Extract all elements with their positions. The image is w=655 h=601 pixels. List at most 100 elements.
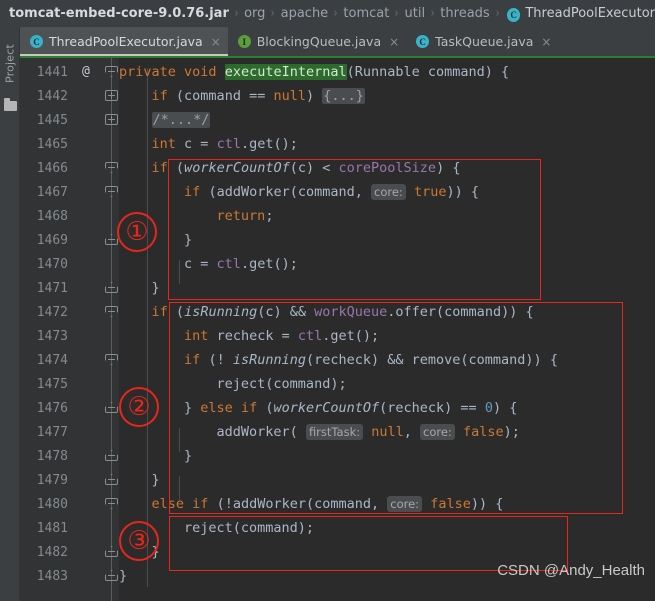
gutter-row[interactable]: 1465 [20,132,119,156]
line-number: 1476 [36,400,68,416]
breadcrumb-segment-tomcat[interactable]: tomcat [343,6,389,21]
fold-collapse-icon[interactable] [105,306,118,319]
line-number: 1478 [36,448,68,464]
breadcrumb-jar[interactable]: tomcat-embed-core-9.0.76.jar [9,6,229,21]
line-number: 1475 [36,376,68,392]
breadcrumb-separator: › [234,6,239,21]
sidebar-item-project[interactable]: Project [0,30,20,96]
interface-icon: I [237,35,251,48]
line-number: 1442 [36,88,68,104]
editor-gutter[interactable]: 1441 @1442 1445 1465 1466 1467 1468 1469 1470 147… [20,58,119,601]
line-number: 1477 [36,424,68,440]
breadcrumb-segment-apache[interactable]: apache [281,6,329,21]
line-number: 1467 [36,184,68,200]
code-line: /*...*/ [151,112,211,128]
fold-collapse-icon[interactable] [105,162,118,175]
line-number: 1483 [36,568,68,584]
fold-expand-icon[interactable] [105,90,118,103]
fold-collapse-icon[interactable] [105,354,118,367]
line-number: 1472 [36,304,68,320]
fold-collapse-icon[interactable] [105,282,118,295]
annotation-marker-3: ③ [119,521,159,561]
fold-collapse-icon[interactable] [105,570,118,583]
tab-threadpoolexecutor[interactable]: C ThreadPoolExecutor.java × [20,27,228,56]
code-line: reject(command); [119,376,347,392]
tab-label: TaskQueue.java [435,34,534,49]
class-icon: C [30,35,43,48]
code-content[interactable]: private void executeInternal(Runnable co… [119,58,655,601]
watermark: CSDN @Andy_Health [497,562,645,579]
code-line: addWorker( firstTask: null, core: false)… [119,424,520,440]
breadcrumb-separator: › [430,6,435,21]
code-line: } [119,448,193,464]
ide-window: tomcat-embed-core-9.0.76.jar › org › apa… [0,0,655,601]
close-icon[interactable]: × [541,36,551,48]
fold-expand-icon[interactable] [105,114,118,127]
folder-icon [4,98,17,111]
annotation-marker-2: ② [119,387,159,427]
line-number: 1479 [36,472,68,488]
breadcrumb-segment-threads[interactable]: threads [440,6,489,21]
breadcrumb-segment-org[interactable]: org [244,6,265,21]
line-number: 1474 [36,352,68,368]
line-number: 1469 [36,232,68,248]
breadcrumb-separator: › [495,6,500,21]
fold-collapse-icon[interactable] [105,66,118,79]
line-number: 1470 [36,256,68,272]
code-line: if (isRunning(c) && workQueue.offer(comm… [151,304,534,320]
gutter-row[interactable]: 1473 [20,324,119,348]
editor-tab-bar: C ThreadPoolExecutor.java × I BlockingQu… [20,27,655,56]
tool-window-stripe: Project [0,27,20,601]
line-number: 1445 [36,112,68,128]
code-line: } else if (workerCountOf(recheck) == 0) … [119,400,518,416]
close-icon[interactable]: × [389,36,399,48]
code-line: if (addWorker(command, core: true)) { [184,184,479,200]
code-line: int c = ctl.get(); [151,136,298,152]
line-number: 1465 [36,136,68,152]
code-editor[interactable]: 1441 @1442 1445 1465 1466 1467 1468 1469 1470 147… [20,58,655,601]
code-line: if (command == null) {...} [151,88,365,104]
line-number: 1468 [36,208,68,224]
line-number: 1471 [36,280,68,296]
code-line: c = ctl.get(); [119,256,298,272]
gutter-row[interactable]: 1481 [20,516,119,540]
fold-collapse-icon[interactable] [105,234,118,247]
breadcrumb-separator: › [333,6,338,21]
tab-taskqueue[interactable]: C TaskQueue.java × [406,27,558,56]
gutter-row[interactable]: 1470 [20,252,119,276]
annotation-gutter-icon[interactable]: @ [82,64,90,79]
gutter-row[interactable]: 1468 [20,204,119,228]
gutter-row[interactable]: 1475 [20,372,119,396]
breadcrumb-separator: › [271,6,275,21]
tab-blockingqueue[interactable]: I BlockingQueue.java × [228,27,406,56]
fold-collapse-icon[interactable] [105,498,118,511]
fold-collapse-icon[interactable] [105,474,118,487]
line-number: 1480 [36,496,68,512]
class-icon: C [416,35,430,48]
tab-label: BlockingQueue.java [256,34,382,49]
code-line: } [119,472,160,488]
tab-label: ThreadPoolExecutor.java [49,34,203,49]
code-line: else if (!addWorker(command, core: false… [151,496,504,512]
close-icon[interactable]: × [211,36,221,48]
fold-collapse-icon[interactable] [105,450,118,463]
line-number: 1473 [36,328,68,344]
code-line: if (! isRunning(recheck) && remove(comma… [184,352,558,368]
fold-collapse-icon[interactable] [105,546,118,559]
breadcrumb-class-name[interactable]: ThreadPoolExecutor [525,6,655,21]
annotation-marker-1: ① [117,212,157,252]
fold-collapse-icon[interactable] [105,186,118,199]
fold-collapse-icon[interactable] [105,402,118,415]
gutter-row[interactable]: 1477 [20,420,119,444]
code-line: return; [216,208,274,224]
breadcrumb: tomcat-embed-core-9.0.76.jar › org › apa… [0,0,655,27]
line-number: 1441 [36,64,68,80]
code-line: } [119,544,160,560]
code-line: int recheck = ctl.get(); [184,328,380,344]
breadcrumb-segment-util[interactable]: util [405,6,426,21]
code-line: reject(command); [119,520,315,536]
code-line: if (workerCountOf(c) < corePoolSize) { [151,160,461,176]
line-number: 1482 [36,544,68,560]
class-icon: C [506,7,521,22]
code-line: } [119,280,160,296]
